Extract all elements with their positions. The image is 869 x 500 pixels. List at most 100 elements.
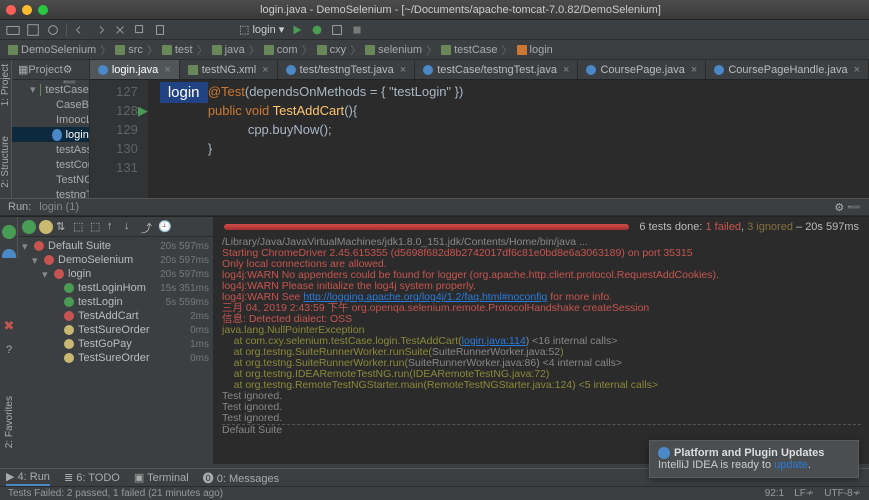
filter-skip-icon[interactable] <box>39 220 53 234</box>
tool-structure-tab[interactable]: 2: Structure <box>0 136 11 188</box>
undo-icon[interactable] <box>73 23 87 37</box>
redo-icon[interactable] <box>93 23 107 37</box>
history-icon[interactable]: 🕘 <box>158 220 172 234</box>
crumb-cxy[interactable]: cxy <box>317 44 347 56</box>
line-sep[interactable]: LF≁ <box>794 488 814 499</box>
project-panel-header[interactable]: ▦ Project ⇅ ⚙ ➖ <box>12 60 89 80</box>
caret-position[interactable]: 92:1 <box>765 488 784 499</box>
close-icon[interactable]: × <box>563 64 569 76</box>
source[interactable]: login @Test(dependsOnMethods = { "testLo… <box>148 80 869 198</box>
favorites-tab[interactable]: 2: Favorites <box>4 396 15 448</box>
zoom-window-icon[interactable] <box>38 5 48 15</box>
result-node[interactable]: testLogin5s 559ms <box>18 295 213 309</box>
close-icon[interactable]: × <box>400 64 406 76</box>
bottom-terminal-tab[interactable]: ▣ Terminal <box>134 471 189 484</box>
crumb-src[interactable]: src <box>115 44 143 56</box>
run-icon[interactable] <box>290 23 304 37</box>
next-icon[interactable]: ↓ <box>124 220 138 234</box>
cut-icon[interactable] <box>113 23 127 37</box>
close-icon[interactable]: × <box>691 64 697 76</box>
crumb-java[interactable]: java <box>212 44 245 56</box>
tree-class-testngtest[interactable]: testngTest <box>12 187 89 198</box>
result-node[interactable]: TestSureOrder0ms <box>18 351 213 365</box>
tab-login[interactable]: login.java× <box>90 60 180 79</box>
crumb-testcase[interactable]: testCase <box>441 44 497 56</box>
results-panel: ⇅ ⬚ ⬚ ↑ ↓ ⤴ 🕘 ▾Default Suite20s 597ms▾De… <box>18 217 214 464</box>
tab-coursepagehandle[interactable]: CoursePageHandle.java× <box>706 60 869 79</box>
result-node[interactable]: TestSureOrder0ms <box>18 323 213 337</box>
far-left-bar: ✖ ? 2: Favorites <box>0 258 18 468</box>
bottom-run-tab[interactable]: ▶ 4: Run <box>6 470 50 486</box>
paste-icon[interactable] <box>153 23 167 37</box>
crumb-selenium[interactable]: selenium <box>365 44 422 56</box>
bottom-todo-tab[interactable]: ≣ 6: TODO <box>64 471 120 484</box>
tree-class-testassert[interactable]: testAssert <box>12 142 89 157</box>
encoding[interactable]: UTF-8≁ <box>824 488 861 499</box>
crumb-project[interactable]: DemoSelenium <box>8 44 96 56</box>
progress-bar <box>224 224 629 230</box>
xml-icon <box>188 65 198 75</box>
progress-text: 6 tests done: 1 failed, 3 ignored – 20s … <box>639 221 859 233</box>
tab-testcase-testngtest[interactable]: testCase/testngTest.java× <box>415 60 578 79</box>
crumb-file[interactable]: login <box>517 44 553 56</box>
tree-class-casebase[interactable]: CaseBase <box>12 97 89 112</box>
tree-class-testnglistener[interactable]: TestNGListenerScr <box>12 172 89 187</box>
window-controls[interactable] <box>6 5 48 15</box>
tree-pkg-testcase[interactable]: ▾testCase <box>12 82 89 97</box>
stop-icon[interactable] <box>350 23 364 37</box>
results-tree[interactable]: ▾Default Suite20s 597ms▾DemoSelenium20s … <box>18 237 213 464</box>
result-node[interactable]: testLoginHom15s 351ms <box>18 281 213 295</box>
prev-icon[interactable]: ↑ <box>107 220 121 234</box>
rerun-icon[interactable] <box>2 225 16 239</box>
tab-coursepage[interactable]: CoursePage.java× <box>578 60 706 79</box>
run-config-label[interactable]: ⬚ login ▾ <box>239 23 284 36</box>
debug-icon[interactable] <box>310 23 324 37</box>
run-gutter-icon[interactable]: ▶ <box>138 103 148 119</box>
left-toolbar: 1: Project 2: Structure <box>0 60 12 198</box>
close-icon[interactable]: × <box>164 64 170 76</box>
error-mark-icon[interactable]: ✖ <box>4 318 15 334</box>
project-panel: ▦ Project ⇅ ⚙ ➖ ▾testCase CaseBase Imooc… <box>12 60 90 198</box>
close-icon[interactable]: × <box>262 64 268 76</box>
console-log[interactable]: /Library/Java/JavaVirtualMachines/jdk1.8… <box>214 237 869 464</box>
open-icon[interactable] <box>6 23 20 37</box>
crumb-com[interactable]: com <box>264 44 298 56</box>
code-editor[interactable]: 127128129130131 ▶ login @Test(dependsOnM… <box>90 80 869 198</box>
update-popup[interactable]: Platform and Plugin Updates IntelliJ IDE… <box>649 440 859 478</box>
run-label: Run: <box>8 201 31 213</box>
copy-icon[interactable] <box>133 23 147 37</box>
info-icon <box>658 447 670 459</box>
tree-class-login[interactable]: login <box>12 127 89 142</box>
console: 6 tests done: 1 failed, 3 ignored – 20s … <box>214 217 869 464</box>
result-node[interactable]: ▾login20s 597ms <box>18 267 213 281</box>
close-window-icon[interactable] <box>6 5 16 15</box>
update-link[interactable]: update <box>774 459 808 471</box>
coverage-icon[interactable] <box>330 23 344 37</box>
result-node[interactable]: TestAddCart2ms <box>18 309 213 323</box>
refresh-icon[interactable] <box>46 23 60 37</box>
help-icon[interactable]: ? <box>6 344 12 356</box>
expand-icon[interactable]: ⬚ <box>73 220 87 234</box>
minimize-window-icon[interactable] <box>22 5 32 15</box>
filter-pass-icon[interactable] <box>22 220 36 234</box>
result-node[interactable]: TestGoPay1ms <box>18 337 213 351</box>
bottom-messages-tab[interactable]: ⓿ 0: Messages <box>203 470 279 486</box>
tab-testng-xml[interactable]: testNG.xml× <box>180 60 278 79</box>
collapse-icon[interactable]: ⬚ <box>90 220 104 234</box>
result-node[interactable]: ▾Default Suite20s 597ms <box>18 239 213 253</box>
tree-class-imooclogin[interactable]: ImoocLogin <box>12 112 89 127</box>
close-icon[interactable]: × <box>854 64 860 76</box>
tab-test-testngtest[interactable]: test/testngTest.java× <box>278 60 416 79</box>
gear-icon[interactable]: ⚙ ➖ <box>834 201 861 214</box>
result-node[interactable]: ▾DemoSelenium20s 597ms <box>18 253 213 267</box>
project-tree[interactable]: ▾testCase CaseBase ImoocLogin login test… <box>12 80 89 198</box>
tool-project-tab[interactable]: 1: Project <box>0 64 11 106</box>
tree-class-testcourselist[interactable]: testCourseList <box>12 157 89 172</box>
gutter: 127128129130131 <box>90 80 148 198</box>
sort-icon[interactable]: ⇅ <box>56 220 70 234</box>
titlebar: login.java - DemoSelenium - [~/Documents… <box>0 0 869 20</box>
crumb-test[interactable]: test <box>162 44 193 56</box>
export-icon[interactable]: ⤴ <box>141 220 155 234</box>
save-icon[interactable] <box>26 23 40 37</box>
class-icon <box>286 65 296 75</box>
